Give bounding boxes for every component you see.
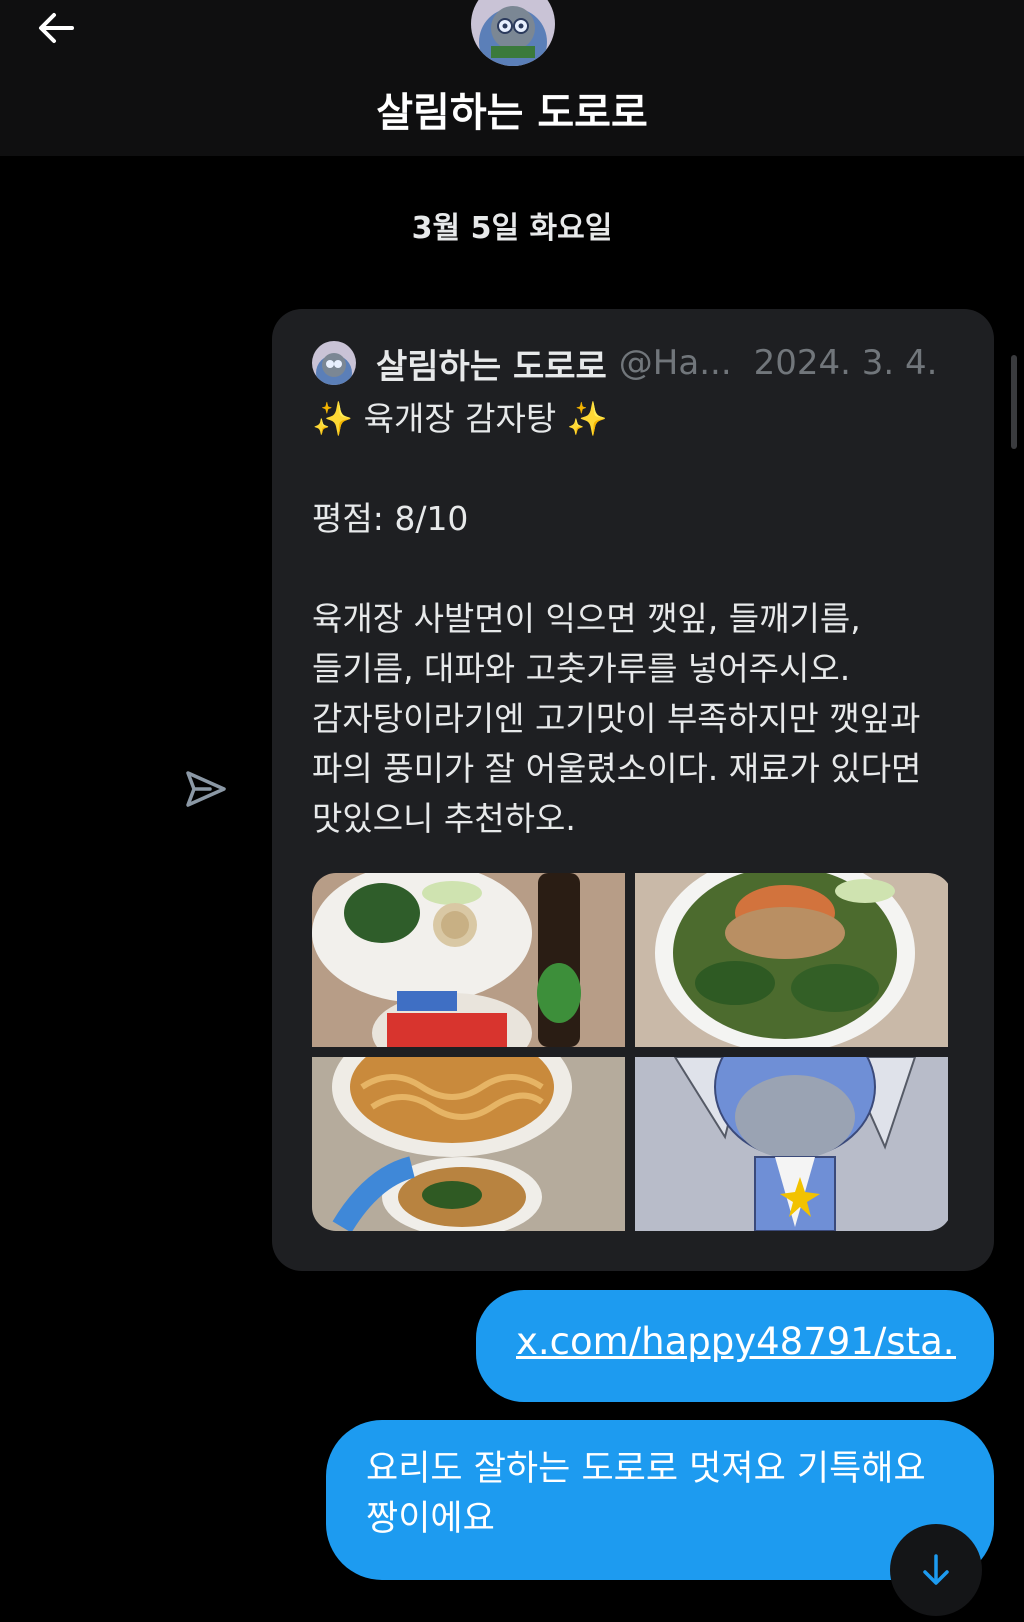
- arrow-left-icon: [39, 13, 74, 43]
- post-header: 살림하는 도로로 @Ha... 2024. 3. 4.: [312, 339, 952, 387]
- conversation-title: 살림하는 도로로: [376, 90, 648, 136]
- date-divider: 3월 5일 화요일: [411, 211, 613, 246]
- share-icon[interactable]: [180, 764, 230, 814]
- post-avatar: [312, 341, 356, 385]
- dm-conversation-screen: 살림하는 도로로 3월 5일 화요일 살림하는 도로로 @Ha... 2024.…: [0, 0, 1024, 1622]
- scroll-to-bottom-button[interactable]: [890, 1524, 982, 1616]
- arrow-down-icon: [923, 1554, 949, 1585]
- post-date: 2024. 3. 4.: [753, 343, 938, 383]
- message-link[interactable]: x.com/happy48791/sta...: [516, 1320, 956, 1363]
- noodles-photo[interactable]: [312, 1057, 625, 1231]
- post-body-text: ✨ 육개장 감자탕 ✨ 평점: 8/10 육개장 사발면이 익으면 깻잎, 들깨…: [312, 399, 922, 838]
- scrollbar[interactable]: [1011, 355, 1017, 449]
- post-author-name: 살림하는 도로로: [376, 346, 607, 387]
- post-image-grid: [312, 873, 952, 1231]
- back-button[interactable]: [24, 0, 88, 56]
- ingredients-photo[interactable]: [312, 873, 625, 1047]
- message-text: 요리도 잘하는 도로로 멋져요 기특해요 짱이에요: [366, 1449, 926, 1539]
- conversation-header: 살림하는 도로로: [0, 0, 1024, 156]
- post-author-handle: @Ha...: [618, 343, 732, 383]
- shared-post-card[interactable]: 살림하는 도로로 @Ha... 2024. 3. 4. ✨ 육개장 감자탕 ✨ …: [272, 309, 994, 1271]
- character-photo[interactable]: [635, 1057, 948, 1231]
- bowl-toppings-photo[interactable]: [635, 873, 948, 1047]
- avatar[interactable]: [471, 0, 555, 66]
- message-bubble-link: x.com/happy48791/sta...: [476, 1290, 994, 1402]
